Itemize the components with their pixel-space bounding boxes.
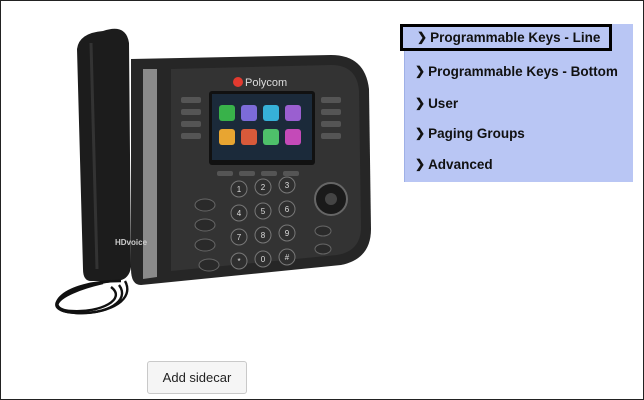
- chevron-right-icon: ❯: [415, 64, 426, 78]
- chevron-right-icon: ❯: [415, 96, 426, 110]
- keypad-key-label: 1: [237, 185, 242, 194]
- keypad-key-label: 2: [261, 183, 266, 192]
- chevron-right-icon: ❯: [415, 126, 426, 140]
- keypad-key-label: 8: [261, 231, 266, 240]
- menu-item-user[interactable]: ❯ User: [415, 96, 458, 111]
- keypad-key-label: 3: [285, 181, 290, 190]
- chevron-right-icon: ❯: [415, 157, 426, 171]
- menu-item-programmable-keys-bottom[interactable]: ❯ Programmable Keys - Bottom: [415, 64, 618, 79]
- keypad-key-label: 5: [261, 207, 266, 216]
- add-sidecar-button[interactable]: Add sidecar: [147, 361, 247, 394]
- hd-voice-badge: HDvoice: [115, 238, 148, 247]
- coiled-cord: [55, 279, 129, 315]
- keypad-key-label: 9: [285, 229, 290, 238]
- keypad-key-label: 6: [285, 205, 290, 214]
- brand-logo: Polycom: [245, 77, 287, 89]
- menu-item-programmable-keys-line[interactable]: ❯ Programmable Keys - Line: [400, 24, 612, 51]
- keypad-key-label: 0: [261, 255, 266, 264]
- keypad-key-label: *: [237, 257, 240, 266]
- page-frame: Polycom 1 2 3 4 5 6 7 8 9 * 0 # HDvoice …: [0, 0, 644, 400]
- phone-image: Polycom 1 2 34 5 67 8 9* 0 # HDvoice: [55, 28, 371, 315]
- menu-item-paging-groups[interactable]: ❯ Paging Groups: [415, 126, 525, 141]
- keypad-key-label: 4: [237, 209, 242, 218]
- settings-menu: ❯ Programmable Keys - Line ❯ Programmable …: [400, 24, 633, 182]
- keypad-key-label: #: [285, 253, 290, 262]
- menu-item-advanced[interactable]: ❯ Advanced: [415, 157, 493, 172]
- chevron-right-icon: ❯: [417, 30, 428, 44]
- keypad-key-label: 7: [237, 233, 242, 242]
